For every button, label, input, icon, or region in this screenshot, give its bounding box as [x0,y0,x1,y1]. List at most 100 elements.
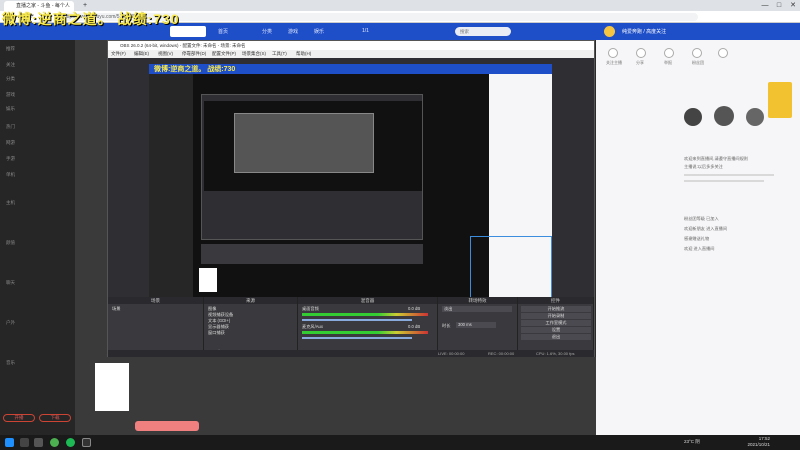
share-icon[interactable] [636,48,646,58]
event-banner[interactable] [768,82,792,118]
minimize-icon[interactable]: — [758,0,772,11]
nav-home[interactable]: 首页 [218,28,228,35]
chat-message: 主播说:以后多多关注 [684,164,723,169]
sidebar-item[interactable]: 主机 [6,200,15,206]
preview-sidebar [149,74,193,318]
sidebar-item[interactable]: 游戏 [6,92,15,98]
obs-icon[interactable] [82,438,91,447]
menu-scene-collection[interactable]: 场景集合(S) [242,50,266,58]
search-icon[interactable] [20,438,29,447]
audio-meter [302,313,428,316]
obs-title-bar: OBS 26.0.2 (64-bit, windows) - 配置文件: 未命名… [108,41,594,50]
page-background-bottom [75,357,596,435]
fan-icon[interactable] [664,48,674,58]
menu-docks[interactable]: 停靠部件(D) [182,50,206,58]
mixer-dock: 混音器 桌面音频 0.0 dB 麦克风/Aux 0.0 dB [298,297,438,357]
studio-mode-button[interactable]: 工作室模式 [521,320,591,326]
menu-view[interactable]: 视图(V) [158,50,173,58]
obs-window: OBS 26.0.2 (64-bit, windows) - 配置文件: 未命名… [107,40,595,357]
close-icon[interactable]: ✕ [786,0,800,11]
preview-overlay-title: 微博:逆商之道。 战绩:730 [154,66,236,73]
ticker-label: 粉丝团 [692,60,704,65]
clock-date: 2021/10/21 [747,442,770,447]
sidebar-item[interactable]: 网游 [6,140,15,146]
ticker-label: 分享 [636,60,644,65]
sources-dock-title: 来源 [204,297,297,304]
exit-button[interactable]: 退出 [521,334,591,340]
chat-message: 感谢赠送礼物 [684,236,710,241]
top-fan-avatar[interactable] [746,108,764,126]
mixer-channel-label: 麦克风/Aux [302,324,323,329]
transition-duration-input[interactable]: 300 ms [456,322,496,328]
mixer-dock-title: 混音器 [298,297,437,304]
task-view-icon[interactable] [34,438,43,447]
promo-banner[interactable] [135,421,199,431]
chat-message: 欢迎 进入直播间 [684,246,715,251]
preview-obs-window [201,94,423,240]
rec-status: REC: 00:00:00 [488,351,515,356]
scenes-dock-title: 场景 [108,297,203,304]
mixer-channel-level: 0.0 dB [408,306,421,311]
sidebar-item[interactable]: 推荐 [6,46,15,52]
preview-docks [201,244,423,264]
scene-item[interactable]: 场景 [112,306,120,312]
start-streaming-button[interactable]: 开始推流 [521,306,591,312]
transition-duration-label: 时长 [442,323,451,328]
follow-label[interactable]: 纯爱奔跑 / 高度关注 [622,28,666,35]
menu-file[interactable]: 文件(F) [111,50,126,58]
nav-page: 1/1 [362,28,369,34]
avatar[interactable] [604,26,615,37]
sidebar-item[interactable]: 聊天 [6,280,15,286]
menu-edit[interactable]: 编辑(E) [134,50,149,58]
search-input[interactable]: 搜索 [455,27,511,36]
scenes-dock: 场景 场景 + − ∧ ∨ [108,297,204,357]
nav-ent[interactable]: 娱乐 [314,28,324,35]
maximize-icon[interactable]: □ [772,0,786,11]
chrome-icon[interactable] [50,438,59,447]
sidebar-item[interactable]: 户外 [6,320,15,326]
start-recording-button[interactable]: 开始录制 [521,313,591,319]
transitions-dock: 转场特效 淡出 时长 300 ms [438,297,518,357]
sidebar-item[interactable]: 单机 [6,172,15,178]
sidebar: 推荐 关注 分类 游戏 娱乐 热门 网游 手游 单机 主机 颜值 聊天 户外 音… [0,40,75,435]
windows-start-icon[interactable] [5,438,14,447]
nav-games[interactable]: 游戏 [288,28,298,35]
report-icon[interactable] [692,48,702,58]
app-icon[interactable] [66,438,75,447]
right-panel: 关注主播 分享 举报 粉丝团 欢迎来到直播间,请遵守直播间规则 主播说:以后多多… [596,40,800,435]
download-button[interactable]: 下载 [39,414,71,422]
taskbar: 23°C 阴 17:52 2021/10/21 [0,435,800,450]
weather-text[interactable]: 23°C 阴 [684,439,700,445]
menu-tools[interactable]: 工具(T) [272,50,287,58]
clock[interactable]: 17:52 2021/10/21 [747,436,770,448]
volume-slider[interactable] [302,319,412,321]
transition-select[interactable]: 淡出 [442,306,512,312]
sidebar-item[interactable]: 分类 [6,76,15,82]
source-item[interactable]: 窗口捕获 [208,330,225,336]
top-fan-avatar[interactable] [714,106,734,126]
sidebar-item[interactable]: 颜值 [6,240,15,246]
top-fan-avatar[interactable] [684,108,702,126]
sidebar-item[interactable]: 关注 [6,62,15,68]
sidebar-item[interactable]: 音乐 [6,360,15,366]
menu-help[interactable]: 帮助(H) [296,50,311,58]
preview-qr [199,268,217,292]
gift-icon[interactable] [608,48,618,58]
preview-nested-2 [234,113,374,173]
settings-button[interactable]: 设置 [521,327,591,333]
start-stream-button[interactable]: 开播 [3,414,35,422]
sidebar-item[interactable]: 热门 [6,124,15,130]
volume-slider[interactable] [302,337,412,339]
live-status: LIVE: 00:00:00 [438,351,465,356]
obs-status-bar: LIVE: 00:00:00 REC: 00:00:00 CPU: 1.6%, … [108,350,594,357]
obs-preview[interactable]: 微博:逆商之道。 战绩:730 [149,64,552,318]
sidebar-item[interactable]: 手游 [6,156,15,162]
menu-profile[interactable]: 配置文件(P) [212,50,236,58]
nav-category[interactable]: 分类 [262,28,272,35]
sidebar-item[interactable]: 娱乐 [6,106,15,112]
chat-message: 欢迎来到直播间,请遵守直播间规则 [684,156,748,161]
mixer-channel-label: 桌面音频 [302,306,319,311]
more-icon[interactable] [718,48,728,58]
sources-dock: 来源 图像 视频捕获设备 文本 (GDI+) 显示器捕获 窗口捕获 + − ⚙ … [204,297,298,357]
obs-menu-bar: 文件(F) 编辑(E) 视图(V) 停靠部件(D) 配置文件(P) 场景集合(S… [108,50,594,58]
